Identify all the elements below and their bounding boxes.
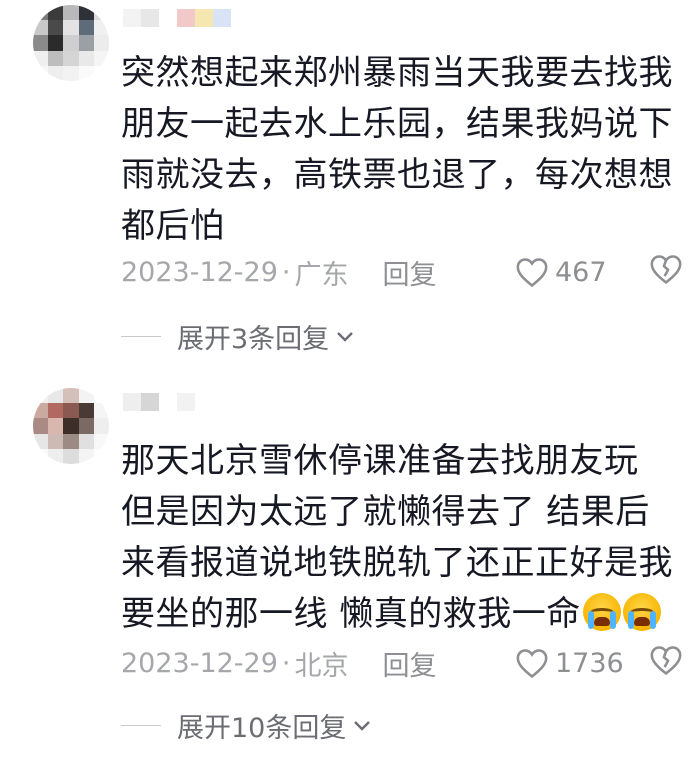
chevron-down-icon <box>337 332 354 342</box>
heart-outline-icon <box>516 258 548 288</box>
avatar-mosaic-cell <box>78 35 94 51</box>
broken-heart-icon <box>650 645 682 675</box>
divider-line <box>121 335 161 337</box>
avatar-mosaic-cell <box>63 20 79 36</box>
avatar-mosaic-cell <box>48 433 64 449</box>
username-mosaic-cell <box>159 9 177 27</box>
avatar-mosaic-cell <box>48 448 64 464</box>
avatar-mosaic-cell <box>93 20 109 36</box>
avatar-mosaic-cell <box>33 388 49 404</box>
username-mosaic-cell <box>141 393 159 411</box>
username-mosaic-cell <box>195 9 213 27</box>
expand-replies-label: 展开3条回复 <box>177 323 330 355</box>
avatar-mosaic-cell <box>33 403 49 419</box>
comment-text: 突然想起来郑州暴雨当天我要去找我朋友一起去水上乐园，结果我妈说下雨就没去，高铁票… <box>121 53 673 246</box>
avatar-mosaic-cell <box>48 35 64 51</box>
username-mosaic-cell <box>141 9 159 27</box>
avatar-mosaic-cell <box>48 388 64 404</box>
crying-face-emoji <box>582 593 621 631</box>
comment-location: 广东 <box>294 259 349 291</box>
broken-heart-icon <box>650 254 682 284</box>
avatar-mosaic-cell <box>48 403 64 419</box>
avatar-mosaic-cell <box>48 50 64 66</box>
avatar-mosaic-cell <box>78 388 94 404</box>
comment-date: 2023-12-29 <box>121 256 278 288</box>
avatar-mosaic-cell <box>63 50 79 66</box>
like-count: 1736 <box>555 647 624 679</box>
expand-replies-label: 展开10条回复 <box>177 712 347 744</box>
avatar-mosaic-cell <box>33 35 49 51</box>
avatar-mosaic-cell <box>78 418 94 434</box>
username-mosaic-cell <box>177 9 195 27</box>
username-mosaic-cell <box>123 9 141 27</box>
avatar-mosaic-cell <box>78 433 94 449</box>
divider-line <box>121 724 161 726</box>
username-obscured[interactable] <box>123 9 231 31</box>
avatar-mosaic-cell <box>48 20 64 36</box>
avatar-mosaic-cell <box>93 65 109 81</box>
avatar-mosaic-cell <box>48 5 64 21</box>
avatar-mosaic-cell <box>48 418 64 434</box>
avatar-mosaic-cell <box>33 5 49 21</box>
avatar-mosaic-cell <box>78 65 94 81</box>
avatar-mosaic-cell <box>78 5 94 21</box>
avatar-mosaic-cell <box>93 433 109 449</box>
avatar-mosaic-cell <box>78 403 94 419</box>
comment-text: 那天北京雪休停课准备去找朋友玩 但是因为太远了就懒得去了 结果后来看报道说地铁脱… <box>121 441 673 634</box>
comment-item: 突然想起来郑州暴雨当天我要去找我朋友一起去水上乐园，结果我妈说下雨就没去，高铁票… <box>0 0 689 380</box>
chevron-down-icon <box>354 721 371 731</box>
comment-item: 那天北京雪休停课准备去找朋友玩 但是因为太远了就懒得去了 结果后来看报道说地铁脱… <box>0 380 689 769</box>
like-button[interactable]: 467 <box>515 256 607 288</box>
comment-date: 2023-12-29 <box>121 647 278 679</box>
avatar-mosaic-cell <box>63 5 79 21</box>
avatar-mosaic-cell <box>63 418 79 434</box>
avatar-mosaic-cell <box>33 20 49 36</box>
avatar-mosaic-cell <box>63 433 79 449</box>
avatar-mosaic-cell <box>33 418 49 434</box>
avatar-mosaic-cell <box>93 5 109 21</box>
comment-location: 北京 <box>294 650 349 682</box>
avatar-mosaic-cell <box>93 418 109 434</box>
avatar-mosaic-cell <box>63 65 79 81</box>
avatar-mosaic-cell <box>93 403 109 419</box>
avatar-mosaic-cell <box>33 50 49 66</box>
crying-face-emoji <box>622 593 661 631</box>
like-button[interactable]: 1736 <box>515 647 624 679</box>
separator-dot: · <box>281 256 291 288</box>
avatar-mosaic-cell <box>33 433 49 449</box>
heart-outline-icon <box>516 649 548 679</box>
username-mosaic-cell <box>177 393 195 411</box>
avatar-mosaic-cell <box>93 50 109 66</box>
avatar-mosaic-cell <box>93 35 109 51</box>
username-mosaic-cell <box>159 393 177 411</box>
avatar-mosaic-cell <box>63 403 79 419</box>
avatar[interactable] <box>33 388 109 464</box>
avatar-mosaic-cell <box>78 50 94 66</box>
separator-dot: · <box>281 647 291 679</box>
avatar[interactable] <box>33 5 109 81</box>
username-mosaic-cell <box>123 393 141 411</box>
expand-replies-button[interactable]: 展开10条回复 <box>121 705 372 745</box>
avatar-mosaic-cell <box>93 448 109 464</box>
reply-button[interactable]: 回复 <box>383 644 437 683</box>
comment-meta: 2023-12-29 · 北京 回复 1736 <box>121 643 683 683</box>
username-obscured[interactable] <box>123 393 195 415</box>
dislike-button[interactable] <box>649 644 683 683</box>
comment-meta: 2023-12-29 · 广东 回复 467 <box>121 252 683 292</box>
avatar-mosaic-cell <box>63 35 79 51</box>
username-mosaic-cell <box>213 9 231 27</box>
avatar-mosaic-cell <box>33 448 49 464</box>
avatar-mosaic-cell <box>78 448 94 464</box>
reply-button[interactable]: 回复 <box>383 253 437 292</box>
avatar-mosaic-cell <box>78 20 94 36</box>
like-count: 467 <box>555 256 607 288</box>
avatar-mosaic-cell <box>63 388 79 404</box>
expand-replies-button[interactable]: 展开3条回复 <box>121 316 355 356</box>
avatar-mosaic-cell <box>93 388 109 404</box>
avatar-mosaic-cell <box>63 448 79 464</box>
avatar-mosaic-cell <box>48 65 64 81</box>
avatar-mosaic-cell <box>33 65 49 81</box>
dislike-button[interactable] <box>649 253 683 292</box>
